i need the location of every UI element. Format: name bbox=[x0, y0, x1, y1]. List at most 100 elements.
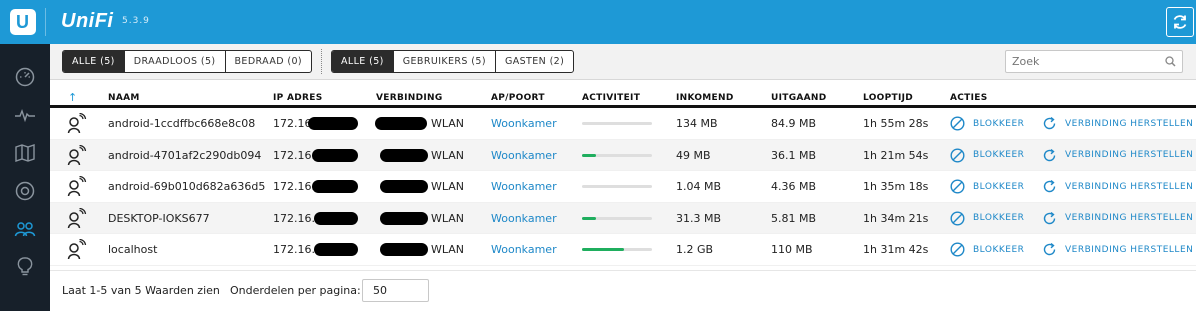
client-name[interactable]: android-4701af2c290db094 bbox=[108, 140, 261, 171]
redaction-mark bbox=[314, 211, 358, 225]
client-incoming: 49 MB bbox=[676, 148, 711, 162]
activity-bar bbox=[582, 185, 652, 189]
block-button[interactable]: BLOKKEER bbox=[950, 234, 1024, 265]
block-label: BLOKKEER bbox=[973, 244, 1025, 255]
client-ap-link[interactable]: Woonkamer bbox=[491, 140, 557, 171]
column-header-ap-port[interactable]: AP/POORT bbox=[491, 93, 545, 103]
redaction-mark bbox=[380, 243, 428, 257]
activity-bar-fill bbox=[582, 153, 596, 157]
wireless-client-icon bbox=[67, 239, 87, 260]
client-incoming: 1.04 MB bbox=[676, 180, 722, 194]
client-uptime: 1h 21m 54s bbox=[863, 148, 929, 162]
reconnect-label: VERBINDING HERSTELLEN bbox=[1065, 150, 1194, 161]
reconnect-button[interactable]: VERBINDING HERSTELLEN bbox=[1042, 203, 1193, 234]
client-ap-link[interactable]: Woonkamer bbox=[491, 108, 557, 139]
client-outgoing: 5.81 MB bbox=[771, 211, 817, 225]
client-ip: 172.16. bbox=[273, 148, 315, 162]
block-button[interactable]: BLOKKEER bbox=[950, 171, 1024, 202]
block-label: BLOKKEER bbox=[973, 213, 1025, 224]
filter-users[interactable]: GEBRUIKERS (5) bbox=[394, 51, 496, 72]
client-name[interactable]: android-1ccdffbc668e8c08 bbox=[108, 108, 255, 139]
wireless-client-icon bbox=[67, 176, 87, 197]
table-footer: Laat 1-5 van 5 Waarden zien Onderdelen p… bbox=[50, 270, 1196, 311]
activity-bar bbox=[582, 153, 652, 157]
block-icon bbox=[950, 179, 965, 194]
reconnect-button[interactable]: VERBINDING HERSTELLEN bbox=[1042, 140, 1193, 171]
sidebar-item-statistics[interactable] bbox=[0, 98, 50, 132]
sidebar-item-devices[interactable] bbox=[0, 174, 50, 208]
dashboard-icon bbox=[15, 67, 35, 87]
activity-bar bbox=[582, 122, 652, 125]
block-icon bbox=[950, 116, 965, 131]
sort-arrow-icon[interactable]: ↑ bbox=[68, 91, 77, 104]
block-button[interactable]: BLOKKEER bbox=[950, 140, 1024, 171]
table-row[interactable]: android-4701af2c290db094 172.16. WLAN Wo… bbox=[50, 139, 1196, 172]
filter-all-users[interactable]: ALLE (5) bbox=[332, 51, 394, 72]
per-page-label: Onderdelen per pagina: bbox=[230, 284, 361, 297]
sidebar-item-insights[interactable] bbox=[0, 250, 50, 284]
wireless-client-icon bbox=[67, 144, 87, 165]
reconnect-label: VERBINDING HERSTELLEN bbox=[1065, 213, 1194, 224]
reconnect-label: VERBINDING HERSTELLEN bbox=[1065, 181, 1194, 192]
filter-all[interactable]: ALLE (5) bbox=[63, 51, 125, 72]
column-header-incoming[interactable]: INKOMEND bbox=[676, 93, 734, 103]
reconnect-button[interactable]: VERBINDING HERSTELLEN bbox=[1042, 234, 1193, 265]
filter-wireless[interactable]: DRAADLOOS (5) bbox=[125, 51, 226, 72]
table-row[interactable]: DESKTOP-IOKS677 172.16.1 WLAN Woonkamer … bbox=[50, 202, 1196, 235]
reconnect-button[interactable]: VERBINDING HERSTELLEN bbox=[1042, 171, 1193, 202]
refresh-button[interactable] bbox=[1166, 7, 1194, 37]
table-row[interactable]: android-69b010d682a636d5 172.16. WLAN Wo… bbox=[50, 171, 1196, 203]
table-row[interactable]: localhost 172.16.1 WLAN Woonkamer 1.2 GB… bbox=[50, 234, 1196, 266]
reconnect-button[interactable]: VERBINDING HERSTELLEN bbox=[1042, 108, 1193, 139]
reconnect-icon bbox=[1043, 116, 1056, 130]
sidebar-item-map[interactable] bbox=[0, 136, 50, 170]
block-button[interactable]: BLOKKEER bbox=[950, 203, 1024, 234]
search-box bbox=[1005, 50, 1183, 73]
reconnect-icon bbox=[1043, 148, 1056, 161]
user-filter-group: ALLE (5) GEBRUIKERS (5) GASTEN (2) bbox=[331, 50, 575, 73]
client-name[interactable]: android-69b010d682a636d5 bbox=[108, 171, 265, 202]
logo[interactable]: U bbox=[0, 0, 45, 44]
client-uptime: 1h 35m 18s bbox=[863, 180, 929, 194]
client-name[interactable]: localhost bbox=[108, 234, 157, 265]
search-icon[interactable] bbox=[1165, 56, 1176, 67]
redaction-mark bbox=[380, 148, 428, 162]
sidebar-item-dashboard[interactable] bbox=[0, 60, 50, 94]
filter-wired[interactable]: BEDRAAD (0) bbox=[226, 51, 312, 72]
column-header-outgoing[interactable]: UITGAAND bbox=[771, 93, 827, 103]
unifi-logo-icon: U bbox=[9, 9, 36, 35]
reconnect-label: VERBINDING HERSTELLEN bbox=[1065, 244, 1194, 255]
filter-guests[interactable]: GASTEN (2) bbox=[496, 51, 573, 72]
block-label: BLOKKEER bbox=[973, 181, 1025, 192]
client-ap-link[interactable]: Woonkamer bbox=[491, 171, 557, 202]
brand-name: UniFi bbox=[61, 10, 114, 32]
top-bar: U UniFi 5.3.9 bbox=[0, 0, 1196, 44]
search-input[interactable] bbox=[1012, 51, 1152, 72]
client-ap-link[interactable]: Woonkamer bbox=[491, 234, 557, 265]
client-outgoing: 110 MB bbox=[771, 243, 813, 257]
client-incoming: 134 MB bbox=[676, 117, 718, 130]
devices-icon bbox=[15, 181, 35, 201]
version-label: 5.3.9 bbox=[122, 16, 150, 26]
client-ap-link[interactable]: Woonkamer bbox=[491, 203, 557, 234]
client-ip: 172.16. bbox=[273, 180, 315, 194]
table-header: ↑ NAAM IP ADRES VERBINDING AP/POORT ACTI… bbox=[50, 80, 1196, 108]
divider bbox=[321, 49, 322, 74]
column-header-uptime[interactable]: LOOPTIJD bbox=[863, 93, 913, 103]
pagination-summary: Laat 1-5 van 5 Waarden zien bbox=[62, 284, 220, 297]
sidebar-item-clients[interactable] bbox=[0, 212, 50, 246]
reconnect-icon bbox=[1043, 180, 1056, 193]
wireless-client-icon bbox=[67, 207, 87, 228]
column-header-connection[interactable]: VERBINDING bbox=[376, 93, 443, 103]
per-page-input[interactable]: 50 bbox=[362, 279, 429, 302]
client-connection: WLAN bbox=[431, 211, 465, 225]
statistics-icon bbox=[15, 108, 35, 123]
client-incoming: 1.2 GB bbox=[676, 243, 714, 257]
column-header-ip[interactable]: IP ADRES bbox=[273, 93, 322, 103]
column-header-activity[interactable]: ACTIVITEIT bbox=[582, 93, 640, 103]
client-incoming: 31.3 MB bbox=[676, 211, 722, 225]
table-row[interactable]: android-1ccdffbc668e8c08 172.16 WLAN Woo… bbox=[50, 108, 1196, 140]
client-name[interactable]: DESKTOP-IOKS677 bbox=[108, 203, 210, 234]
column-header-name[interactable]: NAAM bbox=[108, 93, 140, 103]
block-button[interactable]: BLOKKEER bbox=[950, 108, 1024, 139]
